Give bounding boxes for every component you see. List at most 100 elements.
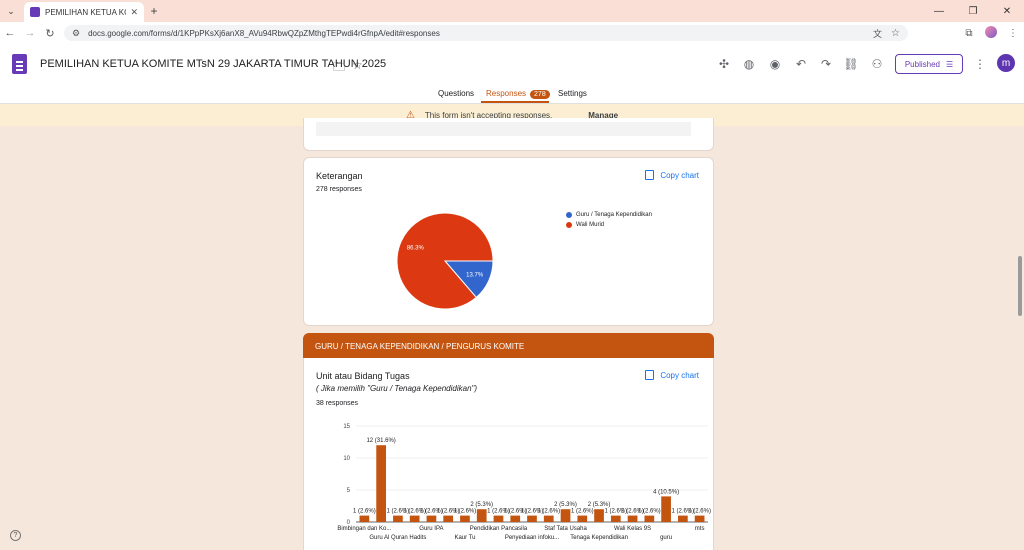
bar-data-label: 1 (2.6%) bbox=[638, 509, 661, 515]
bar bbox=[476, 509, 487, 522]
profile-icon[interactable] bbox=[980, 25, 1002, 41]
unit-card: Unit atau Bidang Tugas ( Jika memilih "G… bbox=[303, 358, 714, 550]
x-tick-label: mts bbox=[695, 526, 705, 532]
bar bbox=[443, 515, 454, 522]
minimize-icon[interactable]: — bbox=[922, 0, 956, 22]
bar bbox=[543, 515, 554, 522]
translate-icon[interactable]: 文 bbox=[873, 27, 882, 40]
toolbar-extensions: ⧉ ⋮ bbox=[958, 22, 1024, 44]
url-field[interactable]: ⚙ docs.google.com/forms/d/1KPpPKsXj6anX8… bbox=[64, 25, 908, 41]
browser-tab-bar: ⌄ PEMILIHAN KETUA KOMITE MTs ✕ + — ❐ ✕ bbox=[0, 0, 1024, 22]
tab-title: PEMILIHAN KETUA KOMITE MTs bbox=[45, 7, 126, 17]
star-icon[interactable]: ☆ bbox=[352, 58, 363, 72]
form-tabs: Questions Responses 278 Settings bbox=[0, 86, 1024, 104]
bar bbox=[393, 515, 403, 522]
site-info-icon[interactable]: ⚙ bbox=[72, 28, 80, 39]
pie-chart: 13.7% 86.3% bbox=[396, 212, 494, 310]
bar-data-label: 4 (10.5%) bbox=[653, 489, 679, 495]
reload-icon[interactable]: ↻ bbox=[40, 27, 60, 40]
y-tick-label: 15 bbox=[343, 424, 350, 430]
bar bbox=[510, 515, 521, 522]
browser-tab[interactable]: PEMILIHAN KETUA KOMITE MTs ✕ bbox=[24, 2, 144, 22]
link-icon[interactable]: ⛓ bbox=[843, 57, 859, 71]
x-tick-label: Tenaga Kependidikan bbox=[570, 535, 628, 541]
bar bbox=[661, 496, 671, 522]
previous-card bbox=[303, 118, 714, 151]
bar bbox=[644, 515, 655, 522]
bar bbox=[627, 515, 638, 522]
bar bbox=[426, 515, 437, 522]
tab-search-icon[interactable]: ⌄ bbox=[0, 0, 22, 22]
folder-icon[interactable]: 🗀 bbox=[333, 58, 345, 79]
help-icon[interactable]: ? bbox=[10, 530, 21, 541]
back-icon[interactable]: ← bbox=[0, 27, 20, 39]
y-tick-label: 10 bbox=[343, 456, 350, 462]
tab-questions[interactable]: Questions bbox=[438, 89, 474, 98]
x-tick-label: Guru Al Quran Hadits bbox=[369, 535, 426, 541]
more-options-icon[interactable]: ⋮ bbox=[972, 57, 988, 71]
add-ons-icon[interactable]: ✣ bbox=[716, 57, 732, 71]
bar-chart: 0510151 (2.6%)12 (31.6%)1 (2.6%)1 (2.6%)… bbox=[337, 424, 711, 541]
section-header: GURU / TENAGA KEPENDIDIKAN / PENGURUS KO… bbox=[303, 333, 714, 359]
bar bbox=[560, 509, 571, 522]
redo-icon[interactable]: ↷ bbox=[818, 57, 834, 71]
bar bbox=[409, 515, 420, 522]
google-forms-logo-icon[interactable] bbox=[12, 54, 27, 74]
x-tick-label: Guru IPA bbox=[419, 526, 443, 532]
pie-slice-label: 86.3% bbox=[407, 245, 425, 251]
bar bbox=[577, 515, 588, 522]
bar-data-label: 12 (31.6%) bbox=[366, 438, 395, 444]
published-button[interactable]: Published ☰ bbox=[895, 54, 963, 74]
legend-swatch-blue bbox=[566, 212, 572, 218]
browser-menu-icon[interactable]: ⋮ bbox=[1002, 28, 1024, 39]
preview-eye-icon[interactable]: ◉ bbox=[767, 57, 783, 71]
legend-swatch-red bbox=[566, 222, 572, 228]
tab-responses-label: Responses bbox=[486, 89, 527, 98]
bar-data-label: 1 (2.6%) bbox=[571, 509, 594, 515]
close-window-icon[interactable]: ✕ bbox=[990, 0, 1024, 22]
palette-icon[interactable]: ◍ bbox=[741, 57, 757, 71]
window-controls: — ❐ ✕ bbox=[922, 0, 1024, 22]
bookmark-star-icon[interactable]: ☆ bbox=[891, 28, 900, 39]
bar-data-label: 1 (2.6%) bbox=[454, 509, 477, 515]
x-tick-label: Staf Tata Usaha bbox=[544, 526, 587, 532]
keterangan-card: Keterangan 278 responses Copy chart 13.7… bbox=[303, 157, 714, 326]
add-collaborator-icon[interactable]: ⚇ bbox=[869, 57, 885, 71]
responses-count-badge: 278 bbox=[530, 90, 550, 99]
x-tick-label: Bimbingan dan Ko... bbox=[337, 526, 391, 532]
tab-settings[interactable]: Settings bbox=[558, 89, 587, 98]
legend-item: Wali Murid bbox=[566, 222, 652, 228]
restore-icon[interactable]: ❐ bbox=[956, 0, 990, 22]
published-label: Published bbox=[904, 59, 940, 69]
forward-icon[interactable]: → bbox=[20, 27, 40, 39]
bar-data-label: 2 (5.3%) bbox=[554, 502, 577, 508]
x-tick-label: Wali Kelas 9S bbox=[614, 526, 651, 532]
x-tick-label: Kaur Tu bbox=[454, 535, 475, 541]
undo-icon[interactable]: ↶ bbox=[793, 57, 809, 71]
bar bbox=[460, 515, 470, 522]
bar bbox=[677, 515, 688, 522]
bar bbox=[610, 515, 621, 522]
legend-label: Guru / Tenaga Kependidikan bbox=[576, 212, 652, 218]
bar bbox=[493, 515, 504, 522]
pie-legend: Guru / Tenaga Kependidikan Wali Murid bbox=[566, 212, 652, 232]
x-tick-label: guru bbox=[660, 535, 672, 541]
bar bbox=[376, 445, 387, 522]
avatar[interactable]: m bbox=[997, 54, 1015, 72]
x-tick-label: Penyediaan infoku... bbox=[505, 535, 560, 541]
bar bbox=[359, 515, 370, 522]
close-tab-icon[interactable]: ✕ bbox=[130, 7, 138, 18]
forms-favicon-icon bbox=[30, 7, 40, 17]
page-scrollbar[interactable] bbox=[1018, 256, 1022, 316]
address-bar-row: ← → ↻ ⚙ docs.google.com/forms/d/1KPpPKsX… bbox=[0, 22, 1024, 44]
x-tick-label: Pendidikan Pancasila bbox=[470, 526, 528, 532]
extensions-icon[interactable]: ⧉ bbox=[958, 28, 980, 39]
bar-data-label: 2 (5.3%) bbox=[588, 502, 611, 508]
url-text: docs.google.com/forms/d/1KPpPKsXj6anX8_A… bbox=[88, 28, 440, 38]
y-tick-label: 5 bbox=[347, 488, 351, 494]
previous-card-row bbox=[316, 122, 691, 136]
tab-responses[interactable]: Responses 278 bbox=[486, 89, 550, 99]
legend-item: Guru / Tenaga Kependidikan bbox=[566, 212, 652, 218]
legend-label: Wali Murid bbox=[576, 222, 605, 228]
new-tab-icon[interactable]: + bbox=[144, 4, 164, 18]
